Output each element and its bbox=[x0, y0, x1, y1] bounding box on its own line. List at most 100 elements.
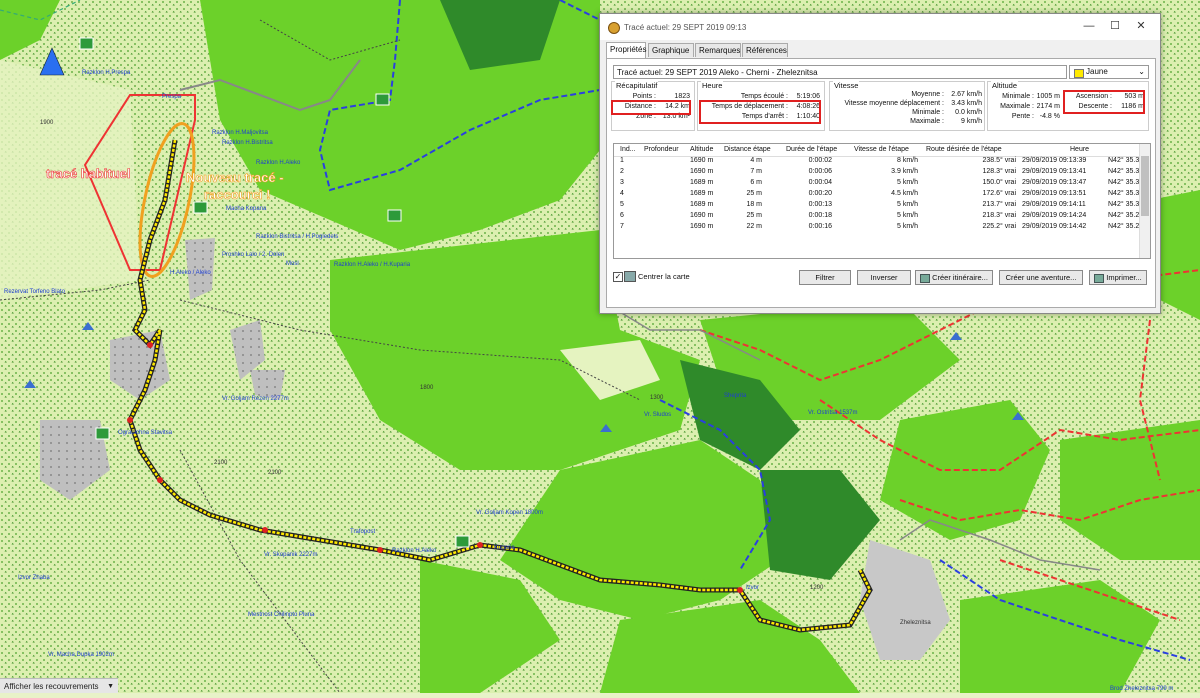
group-time-title: Heure bbox=[701, 81, 724, 90]
map-label: Prespa bbox=[162, 94, 182, 100]
tab-proprietes[interactable]: Propriétés bbox=[606, 42, 646, 58]
filter-button[interactable]: Filtrer bbox=[799, 270, 851, 285]
map-label: Trafopost bbox=[350, 529, 376, 535]
table-cell: 5 bbox=[620, 201, 624, 208]
trackpoints-table[interactable]: Ind... Profondeur Altitude Distance étap… bbox=[613, 143, 1151, 259]
map-label: Mosl bbox=[286, 261, 299, 267]
table-cell: 218.3° vrai bbox=[982, 212, 1016, 219]
tab-references[interactable]: Références bbox=[742, 43, 788, 57]
table-cell: 1690 m bbox=[690, 212, 714, 219]
scrollbar-thumb[interactable] bbox=[1141, 156, 1149, 216]
altitude-value: 1005 m bbox=[1036, 93, 1060, 100]
table-cell: 1690 m bbox=[690, 223, 714, 230]
table-cell: 29/09/2019 09:13:41 bbox=[1022, 168, 1087, 175]
status-label: Afficher les recouvrements bbox=[4, 682, 99, 691]
table-cell: 25 m bbox=[746, 190, 762, 197]
map-label: Vr. Goljam Kopen 1800m bbox=[476, 510, 543, 516]
table-cell: 7 m bbox=[750, 168, 762, 175]
table-cell: 4 m bbox=[750, 157, 762, 164]
close-button[interactable]: ✕ bbox=[1130, 18, 1152, 35]
map-label: Razklon Bistritsa / H.Pogledets bbox=[256, 234, 339, 240]
table-cell: 29/09/2019 09:14:24 bbox=[1022, 212, 1087, 219]
dialog-titlebar[interactable]: Tracé actuel: 29 SEPT 2019 09:13 — ☐ ✕ bbox=[600, 14, 1160, 40]
map-label: Macha Kopana bbox=[226, 206, 267, 212]
speed-value: 2.67 km/h bbox=[951, 91, 982, 98]
table-cell: 7 bbox=[620, 223, 624, 230]
tab-graphique[interactable]: Graphique bbox=[648, 43, 694, 57]
create-route-label: Créer itinéraire... bbox=[932, 273, 988, 282]
reverse-label: Inverser bbox=[870, 273, 898, 282]
overlay-toggle-status[interactable]: Afficher les recouvrements ▼ bbox=[0, 678, 118, 693]
altitude-value: 2174 m bbox=[1036, 103, 1060, 110]
table-cell: 0:00:02 bbox=[808, 157, 832, 164]
col-header[interactable]: Ind... bbox=[620, 146, 636, 153]
table-cell: 29/09/2019 09:14:42 bbox=[1022, 223, 1087, 230]
map-label: H.Aleko / Aleko bbox=[170, 270, 211, 276]
table-cell: 0:00:16 bbox=[808, 223, 832, 230]
print-button[interactable]: Imprimer... bbox=[1089, 270, 1147, 285]
table-scrollbar[interactable] bbox=[1139, 144, 1150, 258]
group-speed-title: Vitesse bbox=[833, 81, 860, 90]
maximize-button[interactable]: ☐ bbox=[1104, 18, 1126, 35]
create-adventure-button[interactable]: Créer une aventure... bbox=[999, 270, 1083, 285]
table-cell: 29/09/2019 09:13:51 bbox=[1022, 190, 1087, 197]
track-name-field[interactable]: Tracé actuel: 29 SEPT 2019 Aleko - Chern… bbox=[613, 65, 1067, 79]
center-map-checkbox[interactable]: ✓ bbox=[613, 272, 623, 282]
table-cell: 5 km/h bbox=[896, 212, 918, 219]
table-cell: 6 bbox=[620, 212, 624, 219]
color-label: Jaune bbox=[1086, 67, 1108, 76]
map-label: Vr. Skopanik 2227m bbox=[264, 552, 318, 558]
table-row[interactable]: 1 1690 m 4 m 0:00:02 8 km/h 238.5° vrai 29/09/… bbox=[614, 157, 1150, 168]
altitude-value: -4.8 % bbox=[1039, 113, 1060, 120]
map-label: Vr. Sludos bbox=[644, 412, 672, 418]
col-header[interactable]: Vitesse de l'étape bbox=[854, 146, 909, 153]
color-select[interactable]: Jaune ⌄ bbox=[1069, 65, 1149, 79]
map-label: Razklon H.Aleko / H.Kuparia bbox=[334, 262, 411, 268]
col-header[interactable]: Altitude bbox=[690, 146, 713, 153]
print-label: Imprimer... bbox=[1106, 273, 1142, 282]
minimize-button[interactable]: — bbox=[1078, 18, 1100, 35]
col-header[interactable]: Profondeur bbox=[644, 146, 679, 153]
table-row[interactable]: 4 1689 m 25 m 0:00:20 4.5 km/h 172.6° vrai 29/… bbox=[614, 190, 1150, 201]
map-label: Zheleznitsa bbox=[900, 620, 931, 626]
map-label: 1200 bbox=[810, 585, 824, 591]
map-label: 1300 bbox=[650, 395, 664, 401]
table-row[interactable]: 6 1690 m 25 m 0:00:18 5 km/h 218.3° vrai 29/09… bbox=[614, 212, 1150, 223]
time-value: 5:19:06 bbox=[796, 93, 820, 100]
table-row[interactable]: 3 1689 m 6 m 0:00:04 5 km/h 150.0° vrai 29/09/… bbox=[614, 179, 1150, 190]
col-header[interactable]: Heure bbox=[1070, 146, 1089, 153]
table-cell: 5 km/h bbox=[896, 201, 918, 208]
altitude-label: Maximale : bbox=[1000, 103, 1034, 110]
table-cell: N42° 35.3 bbox=[1108, 190, 1140, 197]
table-row[interactable]: 5 1689 m 18 m 0:00:13 5 km/h 213.7° vrai 29/09… bbox=[614, 201, 1150, 212]
map-label: Rezervat Torfeno Blato bbox=[4, 289, 65, 295]
tab-remarques[interactable]: Remarques bbox=[695, 43, 741, 57]
printer-icon bbox=[1094, 273, 1105, 283]
highlight-ascent-descent bbox=[1063, 90, 1145, 114]
table-cell: 4.5 km/h bbox=[891, 190, 918, 197]
table-row[interactable]: 2 1690 m 7 m 0:00:06 3.9 km/h 128.3° vrai 29/0… bbox=[614, 168, 1150, 179]
reverse-button[interactable]: Inverser bbox=[857, 270, 911, 285]
map-label: 2100 bbox=[214, 460, 228, 466]
map-label: Izvor bbox=[746, 585, 760, 591]
table-row[interactable]: 7 1690 m 22 m 0:00:16 5 km/h 225.2° vrai 29/09… bbox=[614, 223, 1150, 234]
table-cell: 22 m bbox=[746, 223, 762, 230]
table-cell: N42° 35.3 bbox=[1108, 179, 1140, 186]
speed-value: 9 km/h bbox=[960, 118, 982, 125]
table-cell: 238.5° vrai bbox=[982, 157, 1016, 164]
table-cell: 25 m bbox=[746, 212, 762, 219]
table-cell: 18 m bbox=[746, 201, 762, 208]
recap-value: 1823 bbox=[674, 93, 690, 100]
map-label: Razklon H.Aleko bbox=[392, 548, 437, 554]
table-cell: 0:00:06 bbox=[808, 168, 832, 175]
col-header[interactable]: Route désirée de l'étape bbox=[926, 146, 1002, 153]
filter-label: Filtrer bbox=[815, 273, 835, 282]
table-cell: 1689 m bbox=[690, 190, 714, 197]
app-icon bbox=[608, 22, 620, 34]
table-cell: 8 km/h bbox=[896, 157, 918, 164]
col-header[interactable]: Durée de l'étape bbox=[786, 146, 837, 153]
create-route-button[interactable]: Créer itinéraire... bbox=[915, 270, 993, 285]
map-label: 1800 bbox=[420, 385, 434, 391]
col-header[interactable]: Distance étape bbox=[724, 146, 771, 153]
highlight-distance bbox=[611, 100, 691, 115]
